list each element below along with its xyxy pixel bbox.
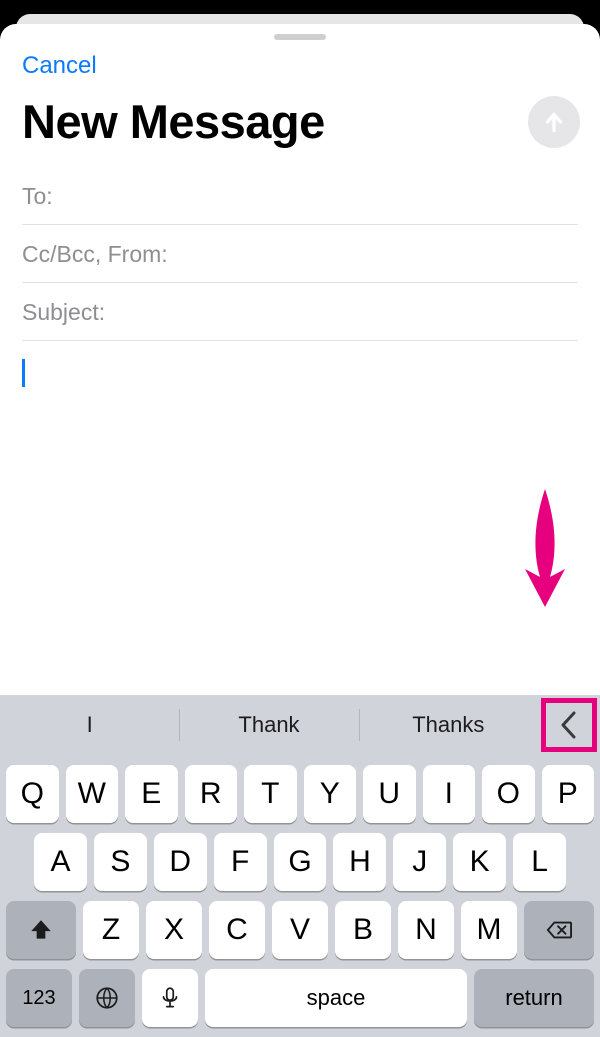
page-title: New Message: [22, 94, 325, 149]
globe-icon: [94, 985, 120, 1011]
key-r[interactable]: R: [185, 765, 238, 823]
key-s[interactable]: S: [94, 833, 147, 891]
cancel-button[interactable]: Cancel: [0, 46, 600, 94]
prediction-0[interactable]: I: [0, 695, 179, 755]
key-w[interactable]: W: [66, 765, 119, 823]
prediction-bar: I Thank Thanks: [0, 695, 600, 755]
send-button[interactable]: [528, 96, 580, 148]
key-b[interactable]: B: [335, 901, 391, 959]
return-key[interactable]: return: [474, 969, 594, 1027]
key-q[interactable]: Q: [6, 765, 59, 823]
key-o[interactable]: O: [482, 765, 535, 823]
numeric-key[interactable]: 123: [6, 969, 72, 1027]
key-n[interactable]: N: [398, 901, 454, 959]
shift-key[interactable]: [6, 901, 76, 959]
key-u[interactable]: U: [363, 765, 416, 823]
key-row-3: Z X C V B N M: [0, 891, 600, 959]
space-key[interactable]: space: [205, 969, 467, 1027]
subject-label: Subject:: [22, 299, 105, 325]
message-body[interactable]: [0, 341, 600, 695]
prediction-2[interactable]: Thanks: [359, 695, 538, 755]
key-row-1: Q W E R T Y U I O P: [0, 755, 600, 823]
key-t[interactable]: T: [244, 765, 297, 823]
chevron-left-icon: [559, 711, 579, 739]
arrow-up-icon: [541, 109, 567, 135]
key-g[interactable]: G: [274, 833, 327, 891]
backspace-key[interactable]: [524, 901, 594, 959]
key-j[interactable]: J: [393, 833, 446, 891]
key-m[interactable]: M: [461, 901, 517, 959]
to-field[interactable]: To:: [22, 167, 578, 225]
key-l[interactable]: L: [513, 833, 566, 891]
ccbcc-label: Cc/Bcc, From:: [22, 241, 168, 267]
keyboard: I Thank Thanks Q W E R T Y U I O P A S: [0, 695, 600, 1037]
key-x[interactable]: X: [146, 901, 202, 959]
key-row-2: A S D F G H J K L: [0, 823, 600, 891]
compose-sheet: Cancel New Message To: Cc/Bcc, From: Sub…: [0, 24, 600, 1037]
to-label: To:: [22, 183, 53, 209]
key-d[interactable]: D: [154, 833, 207, 891]
sheet-grabber[interactable]: [274, 34, 326, 40]
key-i[interactable]: I: [423, 765, 476, 823]
key-z[interactable]: Z: [83, 901, 139, 959]
key-f[interactable]: F: [214, 833, 267, 891]
globe-key[interactable]: [79, 969, 135, 1027]
key-y[interactable]: Y: [304, 765, 357, 823]
subject-field[interactable]: Subject:: [22, 283, 578, 341]
key-a[interactable]: A: [34, 833, 87, 891]
backspace-icon: [546, 917, 572, 943]
shift-icon: [28, 917, 54, 943]
key-row-bottom: 123 space return: [0, 959, 600, 1035]
key-v[interactable]: V: [272, 901, 328, 959]
prediction-expand-button[interactable]: [538, 695, 600, 755]
text-cursor: [22, 359, 25, 387]
prediction-1[interactable]: Thank: [179, 695, 358, 755]
key-h[interactable]: H: [333, 833, 386, 891]
ccbcc-from-field[interactable]: Cc/Bcc, From:: [22, 225, 578, 283]
key-k[interactable]: K: [453, 833, 506, 891]
key-p[interactable]: P: [542, 765, 595, 823]
microphone-icon: [157, 985, 183, 1011]
dictation-key[interactable]: [142, 969, 198, 1027]
key-e[interactable]: E: [125, 765, 178, 823]
key-c[interactable]: C: [209, 901, 265, 959]
